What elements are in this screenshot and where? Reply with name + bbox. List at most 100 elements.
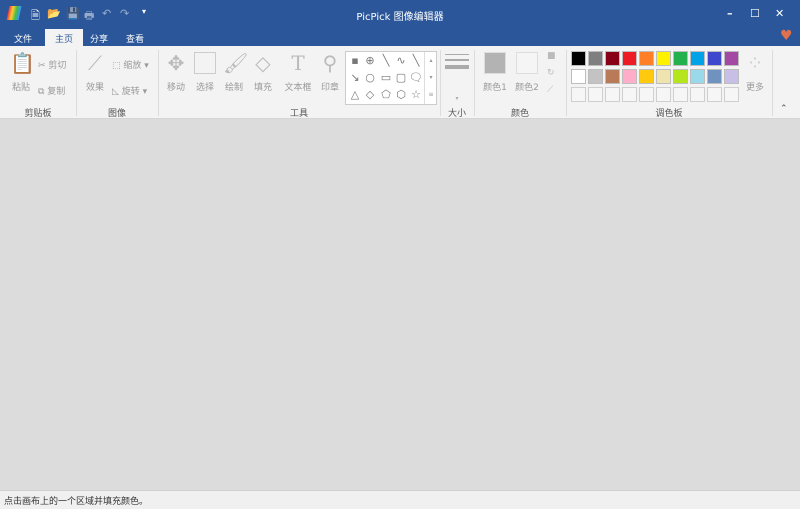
palette-swatch[interactable] xyxy=(571,69,586,84)
palette-swatch[interactable] xyxy=(673,51,688,66)
tab-view[interactable]: 查看 xyxy=(116,29,154,46)
reset-colors-icon[interactable]: ↻ xyxy=(547,68,555,78)
palette-empty-swatch[interactable] xyxy=(571,87,586,102)
more-colors-label: 更多 xyxy=(745,83,764,93)
palette-swatch[interactable] xyxy=(605,69,620,84)
rotate-button[interactable]: ◺ 旋转 ▾ xyxy=(112,84,147,97)
resize-button[interactable]: ⬚ 缩放 ▾ xyxy=(112,58,149,71)
brush-icon: 🖌 xyxy=(223,51,249,75)
group-label-palette: 调色板 xyxy=(655,109,683,119)
selection-icon xyxy=(194,52,216,74)
paste-button[interactable]: 📋 粘贴 xyxy=(4,52,38,93)
shape-ellipse-icon[interactable]: ○ xyxy=(363,71,377,85)
shapes-scroll[interactable]: ▴ ▾ ≡ xyxy=(424,52,437,104)
palette-empty-swatch[interactable] xyxy=(639,87,654,102)
palette-swatch[interactable] xyxy=(605,51,620,66)
textbox-label: 文本框 xyxy=(284,83,312,93)
ribbon-tabs: 文件 主页 分享 查看 ♥ xyxy=(0,27,800,46)
palette-empty-swatch[interactable] xyxy=(724,87,739,102)
shapes-gallery: ▪ ⊕ ╲ ∿ ╲ ↘ ○ ▭ ▢ 🗨 △ ◇ ⬠ ⬡ ☆ ▴ ▾ ≡ xyxy=(345,51,437,105)
divider xyxy=(772,50,773,116)
palette-swatch[interactable] xyxy=(724,51,739,66)
palette-swatch[interactable] xyxy=(690,51,705,66)
palette-swatch[interactable] xyxy=(588,69,603,84)
canvas-area[interactable] xyxy=(0,119,800,490)
palette-swatch[interactable] xyxy=(656,51,671,66)
close-button[interactable]: ✕ xyxy=(775,7,784,20)
shape-line-icon[interactable]: ╲ xyxy=(379,54,393,68)
palette-empty-swatch[interactable] xyxy=(622,87,637,102)
fill-label: 填充 xyxy=(253,83,272,93)
heart-icon[interactable]: ♥ xyxy=(780,28,793,44)
move-icon: ✥ xyxy=(167,51,185,75)
shape-star-icon[interactable]: ☆ xyxy=(409,88,423,102)
select-label: 选择 xyxy=(195,83,214,93)
shape-diamond-icon[interactable]: ◇ xyxy=(363,88,377,102)
palette-swatch[interactable] xyxy=(690,69,705,84)
color2-swatch xyxy=(516,52,538,74)
more-colors-button[interactable]: ⁘ 更多 xyxy=(738,52,772,93)
group-label-color: 颜色 xyxy=(510,109,529,119)
palette-swatch[interactable] xyxy=(571,51,586,66)
paint-bucket-icon: ◇ xyxy=(255,51,271,75)
shape-rect-select-icon[interactable]: ▪ xyxy=(348,54,362,68)
palette-swatch[interactable] xyxy=(673,69,688,84)
palette-swatch[interactable] xyxy=(639,51,654,66)
resize-label: 缩放 xyxy=(123,61,142,71)
palette-empty-swatch[interactable] xyxy=(690,87,705,102)
shape-curve-icon[interactable]: ∿ xyxy=(394,54,408,68)
palette-swatch[interactable] xyxy=(588,51,603,66)
shape-crosshair-icon[interactable]: ⊕ xyxy=(363,54,377,68)
collapse-ribbon-icon[interactable]: ⌃ xyxy=(780,104,788,114)
palette-empty-swatch[interactable] xyxy=(707,87,722,102)
palette-empty-swatch[interactable] xyxy=(588,87,603,102)
palette-empty-swatch[interactable] xyxy=(673,87,688,102)
shape-triangle-icon[interactable]: △ xyxy=(348,88,362,102)
minimize-button[interactable]: – xyxy=(727,7,733,20)
palette-swatch[interactable] xyxy=(707,51,722,66)
cut-label: 剪切 xyxy=(48,61,67,71)
color2-button[interactable]: 颜色2 xyxy=(510,52,544,93)
shape-rectangle-icon[interactable]: ▭ xyxy=(379,71,393,85)
color1-swatch xyxy=(484,52,506,74)
group-label-image: 图像 xyxy=(107,109,126,119)
size-button[interactable]: ▾ xyxy=(445,54,469,102)
copy-button[interactable]: ⧉ 复制 xyxy=(38,84,65,97)
draw-label: 绘制 xyxy=(224,83,243,93)
palette-empty-swatch[interactable] xyxy=(656,87,671,102)
effects-label: 效果 xyxy=(85,83,104,93)
rotate-label: 旋转 xyxy=(121,87,140,97)
group-label-size: 大小 xyxy=(447,109,466,119)
palette-swatch[interactable] xyxy=(639,69,654,84)
stamp-icon: ⚲ xyxy=(322,51,338,75)
palette-swatch[interactable] xyxy=(656,69,671,84)
textbox-tool-button[interactable]: T 文本框 xyxy=(281,52,315,93)
shape-pentagon-icon[interactable]: ⬠ xyxy=(379,88,393,102)
effects-button[interactable]: ⟋ 效果 xyxy=(78,52,112,93)
status-bar: 点击画布上的一个区域并填充颜色。 xyxy=(0,490,800,509)
stamp-tool-button[interactable]: ⚲ 印章 xyxy=(313,52,347,93)
paste-label: 粘贴 xyxy=(11,83,30,93)
eyedropper-icon[interactable]: ⟋ xyxy=(547,85,553,95)
swap-colors-icon[interactable]: ■ xyxy=(547,51,556,61)
shape-arrow-line-icon[interactable]: ╲ xyxy=(409,54,423,68)
color2-label: 颜色2 xyxy=(515,83,539,93)
group-label-clipboard: 剪贴板 xyxy=(24,109,52,119)
shape-rounded-rect-icon[interactable]: ▢ xyxy=(394,71,408,85)
shape-arrow-icon[interactable]: ↘ xyxy=(348,71,362,85)
palette-swatch[interactable] xyxy=(724,69,739,84)
palette-empty-swatch[interactable] xyxy=(605,87,620,102)
fill-tool-button[interactable]: ◇ 填充 xyxy=(246,52,280,93)
shape-callout-icon[interactable]: 🗨 xyxy=(409,71,423,85)
palette-swatch[interactable] xyxy=(622,51,637,66)
maximize-button[interactable]: ☐ xyxy=(750,7,760,20)
shape-hexagon-icon[interactable]: ⬡ xyxy=(394,88,408,102)
palette-swatch[interactable] xyxy=(622,69,637,84)
color1-button[interactable]: 颜色1 xyxy=(478,52,512,93)
tab-file[interactable]: 文件 xyxy=(4,29,42,46)
copy-label: 复制 xyxy=(47,87,66,97)
cut-button[interactable]: ✂ 剪切 xyxy=(38,58,66,71)
tab-share[interactable]: 分享 xyxy=(80,29,118,46)
tab-home[interactable]: 主页 xyxy=(45,29,84,46)
palette-swatch[interactable] xyxy=(707,69,722,84)
